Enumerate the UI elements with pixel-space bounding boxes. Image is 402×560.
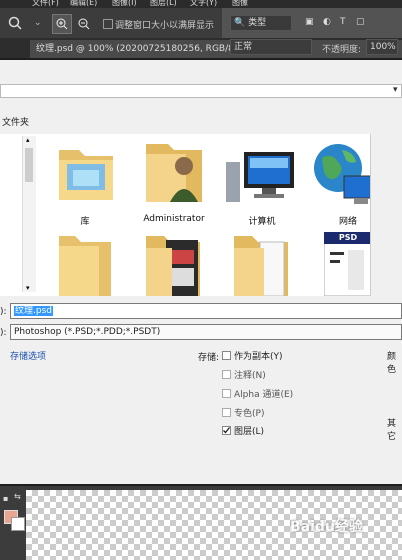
spot-colors-label: 专色(P) — [234, 409, 265, 419]
address-bar[interactable]: ▾ — [0, 84, 402, 98]
resize-window-checkbox[interactable] — [103, 19, 113, 29]
zoom-out-icon[interactable] — [76, 16, 92, 32]
menu-edit[interactable]: 编辑(E) — [70, 0, 97, 8]
chevron-down-icon[interactable]: ⌄ — [34, 18, 42, 28]
shape-filter-icon[interactable]: ▢ — [356, 17, 365, 27]
list-item-label: Administrator — [143, 214, 205, 224]
preview-pane-edge — [370, 134, 402, 296]
list-item-folder-images[interactable] — [134, 230, 214, 296]
list-item-administrator[interactable]: Administrator — [134, 140, 214, 226]
library-folder-icon — [59, 150, 113, 200]
chevron-down-icon[interactable]: ▾ — [393, 85, 398, 95]
background-color-swatch[interactable] — [11, 517, 25, 531]
resize-window-label: 调整窗口大小以满屏显示 — [115, 21, 215, 31]
spot-colors-checkbox[interactable] — [222, 408, 231, 417]
opacity-input[interactable]: 100% — [366, 39, 398, 55]
type-filter-icon[interactable]: T — [340, 17, 346, 27]
menu-layer[interactable]: 图层(L) — [150, 0, 177, 8]
adjust-filter-icon[interactable]: ◐ — [323, 17, 331, 27]
layers-checkbox[interactable] — [222, 426, 231, 435]
options-bar: ⌄ 调整窗口大小以满屏显示 🔍 类型 ▣ ◐ T ▢ — [0, 8, 402, 38]
folder-images-icon — [146, 236, 200, 296]
list-item-computer[interactable]: 计算机 — [222, 140, 302, 227]
scroll-down-icon[interactable]: ▾ — [26, 284, 30, 292]
as-copy-checkbox[interactable] — [222, 351, 231, 360]
filename-prefix: ): — [0, 307, 7, 317]
folder-icon — [59, 236, 111, 296]
scrollbar-thumb[interactable] — [25, 148, 33, 182]
list-item-folder[interactable] — [45, 230, 125, 296]
opacity-label: 不透明度: — [322, 45, 362, 55]
watermark: Baidu经验 — [290, 519, 363, 535]
alpha-channels-label: Alpha 通道(E) — [234, 390, 294, 400]
menu-type[interactable]: 文字(Y) — [190, 0, 217, 8]
list-item-folder-docs[interactable] — [222, 230, 302, 296]
zoom-in-icon[interactable] — [52, 14, 72, 34]
app-menubar: 文件(F) 编辑(E) 图像(I) 图层(L) 文字(Y) 图像 — [0, 0, 402, 8]
zoom-tool-icon[interactable] — [8, 16, 22, 30]
list-item-library[interactable]: 库 — [45, 140, 125, 227]
menu-file[interactable]: 文件(F) — [32, 0, 59, 8]
notes-label: 注释(N) — [234, 371, 266, 381]
format-prefix: ): — [0, 328, 7, 338]
folder-nav-header: 文件夹 — [0, 112, 402, 130]
as-copy-label: 作为副本(Y) — [234, 352, 283, 362]
folder-header-label: 文件夹 — [2, 118, 30, 128]
blend-mode-dropdown[interactable]: 正常 — [230, 39, 312, 55]
swap-colors-icon[interactable]: ⇆ — [14, 492, 21, 501]
notes-checkbox[interactable] — [222, 370, 231, 379]
layers-label: 图层(L) — [234, 427, 265, 437]
user-folder-icon — [146, 144, 202, 202]
save-label: 存储: — [198, 353, 220, 363]
computer-icon — [226, 152, 294, 202]
menu-image-2[interactable]: 图像 — [232, 0, 248, 8]
other-section-label: 其它 — [387, 419, 397, 442]
filename-input[interactable]: 纹理.psd — [10, 303, 402, 319]
color-section-label: 颜色 — [387, 352, 397, 375]
tools-panel: ▪ ⇆ — [0, 486, 26, 560]
menu-image[interactable]: 图像(I) — [112, 0, 137, 8]
scroll-up-icon[interactable]: ▴ — [26, 136, 30, 144]
pixel-filter-icon[interactable]: ▣ — [305, 17, 314, 27]
default-colors-icon[interactable]: ▪ — [3, 494, 8, 503]
alpha-channels-checkbox[interactable] — [222, 389, 231, 398]
layer-filter-dropdown[interactable]: 🔍 类型 — [230, 15, 292, 31]
file-list-scrollbar[interactable]: ▴ ▾ — [22, 136, 36, 292]
format-dropdown[interactable]: Photoshop (*.PSD;*.PDD;*.PSDT) — [10, 324, 402, 340]
filename-selected-text: 纹理.psd — [14, 306, 53, 316]
folder-docs-icon — [234, 236, 288, 296]
save-options-link[interactable]: 存储选项 — [10, 349, 46, 362]
psd-badge-label: PSD — [338, 233, 358, 242]
list-item-label: 计算机 — [248, 217, 276, 227]
list-item-label: 库 — [80, 217, 90, 227]
checkmark-icon — [223, 427, 231, 434]
layer-filter-label: 类型 — [248, 18, 267, 28]
